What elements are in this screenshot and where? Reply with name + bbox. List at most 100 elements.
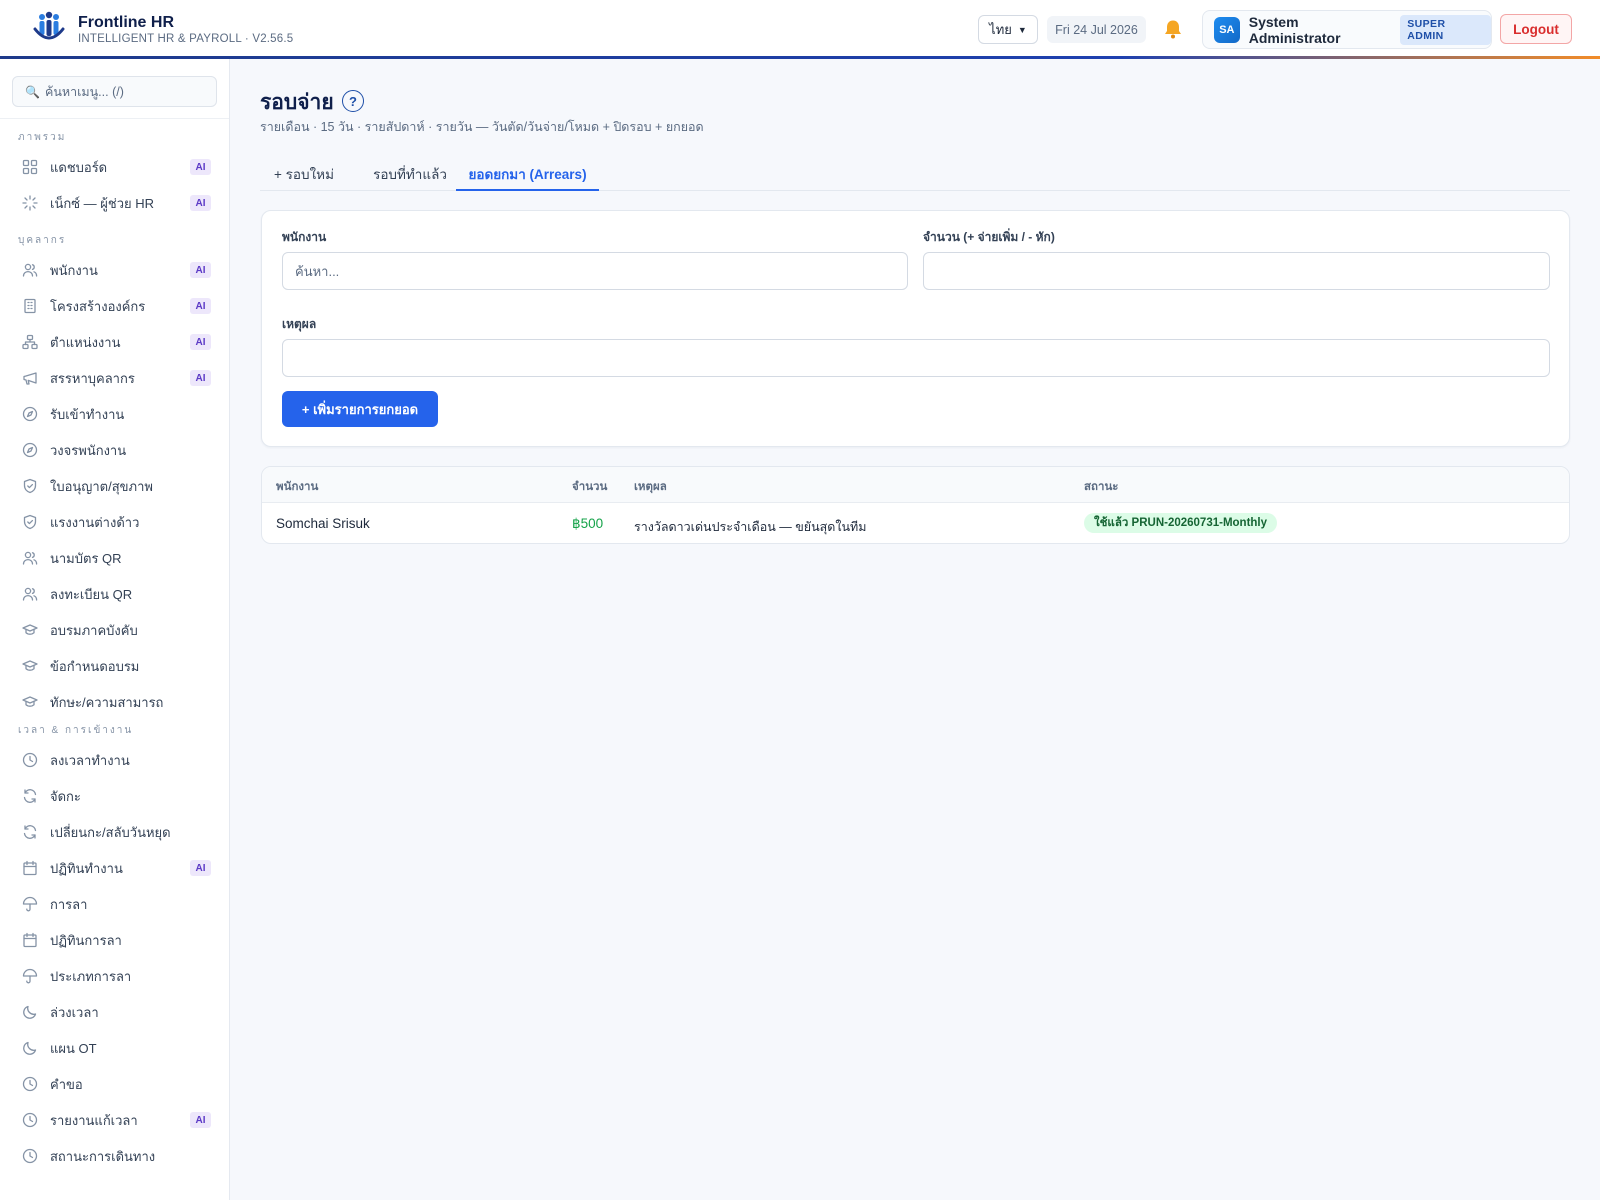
graduation-cap-icon bbox=[22, 696, 38, 707]
help-icon[interactable]: ? bbox=[342, 90, 364, 112]
arrears-form-card: พนักงาน จำนวน (+ จ่ายเพิ่ม / - หัก) เหตุ… bbox=[261, 210, 1570, 447]
compass-icon bbox=[22, 406, 38, 422]
bell-icon[interactable] bbox=[1162, 18, 1184, 40]
reason-label: เหตุผล bbox=[282, 317, 317, 331]
sidebar-item[interactable]: เน็กซ์ — ผู้ช่วย HR AI bbox=[0, 186, 229, 220]
language-select[interactable]: ไทย ▼ bbox=[978, 15, 1038, 44]
sidebar-group-label: บุคลากร bbox=[18, 235, 67, 246]
add-arrears-button[interactable]: + เพิ่มรายการยกยอด bbox=[282, 391, 438, 427]
page-subtitle: รายเดือน · 15 วัน · รายสัปดาห์ · รายวัน … bbox=[260, 120, 704, 134]
umbrella-icon bbox=[22, 896, 38, 912]
building-icon bbox=[24, 298, 36, 314]
employee-search-input[interactable] bbox=[282, 252, 908, 290]
compass-icon bbox=[22, 442, 38, 458]
sidebar-item[interactable]: พนักงาน AI bbox=[0, 253, 229, 287]
brand[interactable]: Frontline HR INTELLIGENT HR & PAYROLL · … bbox=[32, 11, 293, 47]
moon-icon bbox=[23, 1041, 37, 1055]
sidebar-item[interactable]: แผน OT bbox=[0, 1031, 229, 1065]
status-badge: ใช้แล้ว PRUN-20260731-Monthly bbox=[1084, 513, 1278, 533]
sidebar-item-label: แผน OT bbox=[50, 1040, 97, 1056]
refresh-icon bbox=[23, 789, 37, 803]
sidebar-item-label: คำขอ bbox=[50, 1076, 83, 1092]
shield-icon bbox=[23, 478, 37, 494]
ai-badge: AI bbox=[190, 370, 211, 386]
sidebar-item[interactable]: ข้อกำหนดอบรม bbox=[0, 649, 229, 683]
sidebar-item[interactable]: แรงงานต่างด้าว bbox=[0, 505, 229, 539]
app-subtitle: INTELLIGENT HR & PAYROLL · V2.56.5 bbox=[78, 32, 294, 45]
sidebar-item-label: ตำแหน่งงาน bbox=[50, 334, 121, 350]
graduation-cap-icon bbox=[22, 624, 38, 635]
header-accent-line bbox=[0, 56, 1600, 59]
sidebar-item[interactable]: โครงสร้างองค์กร AI bbox=[0, 289, 229, 323]
reason-input[interactable] bbox=[282, 339, 1550, 377]
sidebar-item[interactable]: ปฏิทินทำงาน AI bbox=[0, 851, 229, 885]
sidebar-item[interactable]: ล่วงเวลา bbox=[0, 995, 229, 1029]
tab-bar: + รอบใหม่ รอบที่ทำแล้ว ยอดยกมา (Arrears) bbox=[260, 158, 1570, 191]
sidebar-item[interactable]: ประเภทการลา bbox=[0, 959, 229, 993]
employee-cell: Somchai Srisuk bbox=[276, 516, 370, 531]
sidebar-item[interactable]: ตำแหน่งงาน AI bbox=[0, 325, 229, 359]
sidebar-item[interactable]: อบรมภาคบังคับ bbox=[0, 613, 229, 647]
sidebar-item-label: รายงานแก้เวลา bbox=[50, 1112, 138, 1128]
sidebar-item[interactable]: ใบอนุญาต/สุขภาพ bbox=[0, 469, 229, 503]
sidebar-item-label: ปฏิทินทำงาน bbox=[50, 860, 123, 876]
sidebar-item-label: เปลี่ยนกะ/สลับวันหยุด bbox=[50, 824, 171, 840]
ai-badge: AI bbox=[190, 298, 211, 314]
sidebar-item[interactable]: รายงานแก้เวลา AI bbox=[0, 1103, 229, 1137]
sidebar-item[interactable]: สรรหาบุคลากร AI bbox=[0, 361, 229, 395]
logout-button[interactable]: Logout bbox=[1500, 14, 1572, 44]
sidebar-item[interactable]: แดชบอร์ด AI bbox=[0, 150, 229, 184]
sidebar-item[interactable]: คำขอ bbox=[0, 1067, 229, 1101]
tab-arrears[interactable]: ยอดยกมา (Arrears) bbox=[456, 158, 599, 191]
sidebar-item-label: โครงสร้างองค์กร bbox=[50, 298, 146, 314]
sidebar-item[interactable]: จัดกะ bbox=[0, 779, 229, 813]
sidebar-item-label: แดชบอร์ด bbox=[50, 159, 108, 175]
sidebar-item-label: ปฏิทินการลา bbox=[50, 932, 122, 948]
avatar: SA bbox=[1214, 16, 1240, 43]
tab-completed-rounds[interactable]: รอบที่ทำแล้ว bbox=[355, 158, 465, 190]
user-menu[interactable]: SA System Administrator SUPER ADMIN bbox=[1202, 10, 1492, 49]
sidebar-item[interactable]: ลงเวลาทำงาน bbox=[0, 743, 229, 777]
calendar-icon bbox=[23, 860, 37, 876]
clock-icon bbox=[22, 1112, 38, 1128]
ai-badge: AI bbox=[190, 159, 211, 175]
ai-badge: AI bbox=[190, 334, 211, 350]
refresh-icon bbox=[23, 825, 37, 839]
users-icon bbox=[22, 587, 38, 601]
sidebar-item-label: ใบอนุญาต/สุขภาพ bbox=[50, 478, 153, 494]
org-chart-icon bbox=[22, 334, 38, 350]
sidebar-item[interactable]: รับเข้าทำงาน bbox=[0, 397, 229, 431]
ai-badge: AI bbox=[190, 1112, 211, 1128]
sparkle-icon bbox=[22, 195, 38, 211]
ai-badge: AI bbox=[190, 195, 211, 211]
table-header: พนักงาน จำนวน เหตุผล สถานะ bbox=[262, 467, 1569, 503]
sidebar-item-label: ประเภทการลา bbox=[50, 968, 132, 984]
sidebar-item[interactable]: วงจรพนักงาน bbox=[0, 433, 229, 467]
search-icon: 🔍 bbox=[25, 84, 40, 99]
arrears-table: พนักงาน จำนวน เหตุผล สถานะ Somchai Srisu… bbox=[261, 466, 1570, 544]
column-header-status: สถานะ bbox=[1084, 481, 1119, 493]
sidebar-item[interactable]: เปลี่ยนกะ/สลับวันหยุด bbox=[0, 815, 229, 849]
tab-new-round[interactable]: + รอบใหม่ bbox=[260, 158, 348, 190]
sidebar-item-label: พนักงาน bbox=[50, 262, 98, 278]
sidebar-item[interactable]: ทักษะ/ความสามารถ bbox=[0, 685, 229, 719]
users-icon bbox=[22, 263, 38, 277]
column-header-reason: เหตุผล bbox=[634, 481, 667, 493]
amount-label: จำนวน (+ จ่ายเพิ่ม / - หัก) bbox=[923, 230, 1055, 244]
language-value: ไทย bbox=[989, 22, 1012, 37]
sidebar-item-label: เน็กซ์ — ผู้ช่วย HR bbox=[50, 195, 154, 211]
menu-search-input[interactable]: 🔍 ค้นหาเมนู... (/) bbox=[12, 76, 217, 107]
amount-input[interactable] bbox=[923, 252, 1550, 290]
amount-cell: ฿500 bbox=[572, 516, 604, 531]
sidebar-item[interactable]: นามบัตร QR bbox=[0, 541, 229, 575]
employee-label: พนักงาน bbox=[282, 230, 327, 244]
chevron-down-icon: ▼ bbox=[1017, 24, 1027, 35]
sidebar-item-label: ทักษะ/ความสามารถ bbox=[50, 694, 164, 710]
sidebar-item[interactable]: สถานะการเดินทาง bbox=[0, 1139, 229, 1173]
sidebar-item[interactable]: ปฏิทินการลา bbox=[0, 923, 229, 957]
reason-cell: รางวัลดาวเด่นประจำเดือน — ขยันสุดในทีม bbox=[634, 520, 867, 534]
sidebar-item-label: ข้อกำหนดอบรม bbox=[50, 658, 140, 674]
role-badge: SUPER ADMIN bbox=[1400, 14, 1491, 45]
sidebar-item[interactable]: ลงทะเบียน QR bbox=[0, 577, 229, 611]
sidebar-item[interactable]: การลา bbox=[0, 887, 229, 921]
